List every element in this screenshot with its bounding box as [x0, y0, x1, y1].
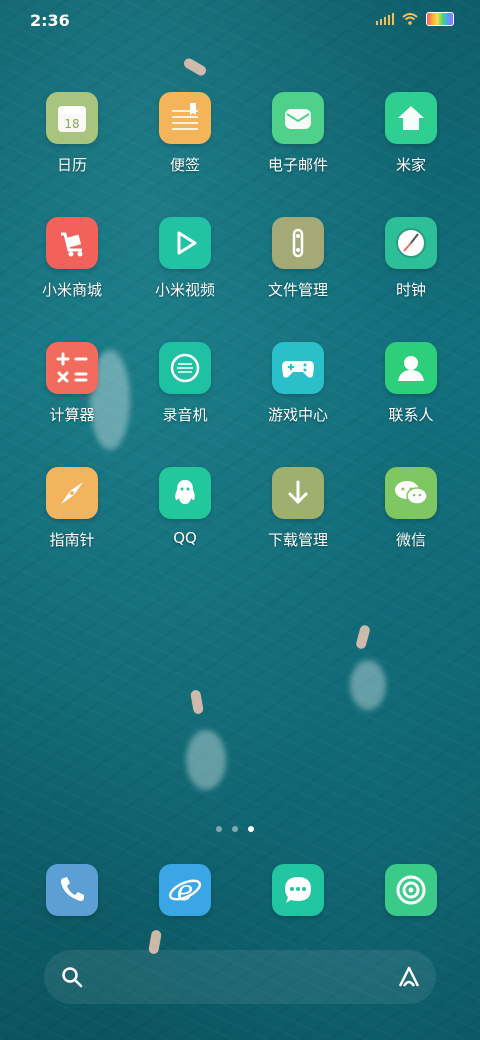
app-label: 计算器: [49, 406, 95, 424]
wifi-icon: [402, 13, 418, 25]
cart-icon[interactable]: [46, 217, 98, 269]
calendar-icon[interactable]: 18: [46, 92, 98, 144]
contact-icon[interactable]: [385, 342, 437, 394]
app-label: 游戏中心: [267, 406, 328, 424]
app-label: 小米商城: [41, 281, 102, 299]
app-folder[interactable]: 文件管理: [246, 217, 350, 300]
app-wechat[interactable]: 微信: [359, 467, 463, 550]
battery-icon: [426, 12, 454, 26]
app-label: 米家: [395, 156, 426, 174]
app-label: 录音机: [162, 406, 208, 424]
app-label: 微信: [395, 531, 426, 549]
dock-app-phone[interactable]: [20, 864, 124, 916]
app-clock[interactable]: 时钟: [359, 217, 463, 300]
page-dot-1[interactable]: [216, 826, 222, 832]
app-label: 日历: [56, 156, 87, 174]
download-icon[interactable]: [272, 467, 324, 519]
status-bar: 2:36: [0, 0, 480, 40]
app-label: 电子邮件: [267, 156, 328, 174]
clock-icon[interactable]: [385, 217, 437, 269]
compass-icon[interactable]: [46, 467, 98, 519]
app-gamepad[interactable]: 游戏中心: [246, 342, 350, 425]
home-icon[interactable]: [385, 92, 437, 144]
app-qq[interactable]: QQ: [133, 467, 237, 547]
page-dot-2[interactable]: [232, 826, 238, 832]
search-bar[interactable]: [44, 950, 436, 1004]
page-dot-3[interactable]: [248, 826, 254, 832]
app-label: 文件管理: [267, 281, 328, 299]
app-calculator[interactable]: 计算器: [20, 342, 124, 425]
app-notes[interactable]: 便签: [133, 92, 237, 175]
calculator-icon[interactable]: [46, 342, 98, 394]
notes-icon[interactable]: [159, 92, 211, 144]
page-indicator[interactable]: [216, 826, 254, 832]
qq-icon[interactable]: [159, 467, 211, 519]
app-label: 时钟: [395, 281, 426, 299]
app-email[interactable]: 电子邮件: [246, 92, 350, 175]
svg-text:18: 18: [64, 117, 79, 131]
voice-assistant-icon[interactable]: [396, 964, 422, 990]
app-download[interactable]: 下载管理: [246, 467, 350, 550]
app-label: QQ: [173, 529, 197, 547]
app-compass[interactable]: 指南针: [20, 467, 124, 550]
phone-icon[interactable]: [46, 864, 98, 916]
app-calendar[interactable]: 18 日历: [20, 92, 124, 175]
camera-icon[interactable]: [385, 864, 437, 916]
email-icon[interactable]: [272, 92, 324, 144]
signal-icon: [376, 13, 394, 25]
folder-icon[interactable]: [272, 217, 324, 269]
dock-app-browser[interactable]: e: [133, 864, 237, 916]
app-label: 联系人: [388, 406, 434, 424]
gamepad-icon[interactable]: [272, 342, 324, 394]
app-play[interactable]: 小米视频: [133, 217, 237, 300]
wechat-icon[interactable]: [385, 467, 437, 519]
browser-icon[interactable]: e: [159, 864, 211, 916]
recorder-icon[interactable]: [159, 342, 211, 394]
dock-app-camera[interactable]: [359, 864, 463, 916]
app-label: 便签: [169, 156, 200, 174]
app-recorder[interactable]: 录音机: [133, 342, 237, 425]
messages-icon[interactable]: [272, 864, 324, 916]
app-home[interactable]: 米家: [359, 92, 463, 175]
app-cart[interactable]: 小米商城: [20, 217, 124, 300]
dock-app-messages[interactable]: [246, 864, 350, 916]
play-icon[interactable]: [159, 217, 211, 269]
app-label: 下载管理: [267, 531, 328, 549]
app-contact[interactable]: 联系人: [359, 342, 463, 425]
search-icon[interactable]: [60, 965, 84, 989]
svg-text:e: e: [177, 874, 194, 907]
app-label: 指南针: [49, 531, 95, 549]
app-label: 小米视频: [154, 281, 215, 299]
status-time: 2:36: [30, 11, 70, 30]
